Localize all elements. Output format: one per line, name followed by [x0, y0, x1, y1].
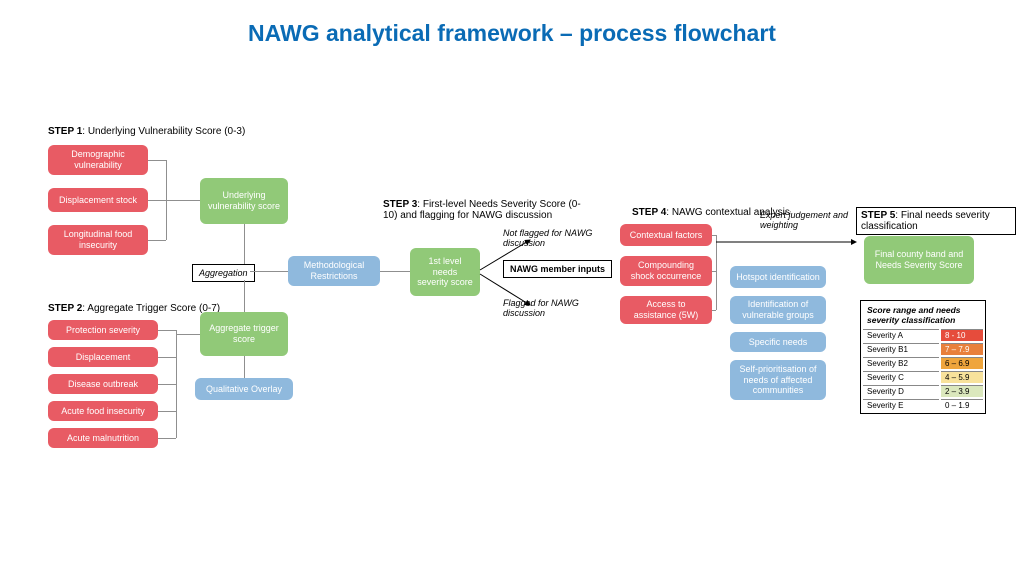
- step4-blue-1: Identification of vulnerable groups: [730, 296, 826, 324]
- legend-label: Severity B2: [863, 357, 939, 369]
- flagged-label: Flagged for NAWG discussion: [503, 298, 613, 318]
- step2-input-1: Displacement: [48, 347, 158, 367]
- step3-label: STEP 3: First-level Needs Severity Score…: [383, 199, 583, 221]
- step4-red-2: Access to assistance (5W): [620, 296, 712, 324]
- legend-range: 2 – 3.9: [941, 385, 983, 397]
- legend-range: 4 – 5.9: [941, 371, 983, 383]
- qualitative-overlay: Qualitative Overlay: [195, 378, 293, 400]
- step4-blue-2: Specific needs: [730, 332, 826, 352]
- step1-output: Underlying vulnerability score: [200, 178, 288, 224]
- first-level-score: 1st level needs severity score: [410, 248, 480, 296]
- methodological-box: Methodological Restrictions: [288, 256, 380, 286]
- legend-label: Severity E: [863, 399, 939, 411]
- legend-label: Severity D: [863, 385, 939, 397]
- expert-judgement: Expert judgement and weighting: [760, 210, 870, 230]
- legend-range: 0 – 1.9: [941, 399, 983, 411]
- step4-blue-3: Self-prioritisation of needs of affected…: [730, 360, 826, 400]
- step4-blue-0: Hotspot identification: [730, 266, 826, 288]
- legend-range: 6 – 6.9: [941, 357, 983, 369]
- step4-red-1: Compounding shock occurrence: [620, 256, 712, 286]
- legend-range: 8 - 10: [941, 329, 983, 341]
- step2-label: STEP 2: Aggregate Trigger Score (0-7): [48, 303, 220, 314]
- step2-input-2: Disease outbreak: [48, 374, 158, 394]
- step1-input-1: Displacement stock: [48, 188, 148, 212]
- not-flagged-label: Not flagged for NAWG discussion: [503, 228, 603, 248]
- step2-output: Aggregate trigger score: [200, 312, 288, 356]
- step4-red-0: Contextual factors: [620, 224, 712, 246]
- aggregation-label: Aggregation: [192, 264, 255, 282]
- step2-input-4: Acute malnutrition: [48, 428, 158, 448]
- legend-label: Severity C: [863, 371, 939, 383]
- legend-label: Severity A: [863, 329, 939, 341]
- step2-input-0: Protection severity: [48, 320, 158, 340]
- legend-range: 7 – 7.9: [941, 343, 983, 355]
- severity-legend: Score range and needs severity classific…: [860, 300, 986, 414]
- page-title: NAWG analytical framework – process flow…: [0, 20, 1024, 47]
- step5-label: STEP 5: Final needs severity classificat…: [856, 207, 1016, 235]
- final-score-box: Final county band and Needs Severity Sco…: [864, 236, 974, 284]
- nawg-member-inputs: NAWG member inputs: [503, 260, 612, 278]
- step2-input-3: Acute food insecurity: [48, 401, 158, 421]
- step1-input-2: Longitudinal food insecurity: [48, 225, 148, 255]
- step1-input-0: Demographic vulnerability: [48, 145, 148, 175]
- step1-label: STEP 1: Underlying Vulnerability Score (…: [48, 126, 245, 137]
- legend-label: Severity B1: [863, 343, 939, 355]
